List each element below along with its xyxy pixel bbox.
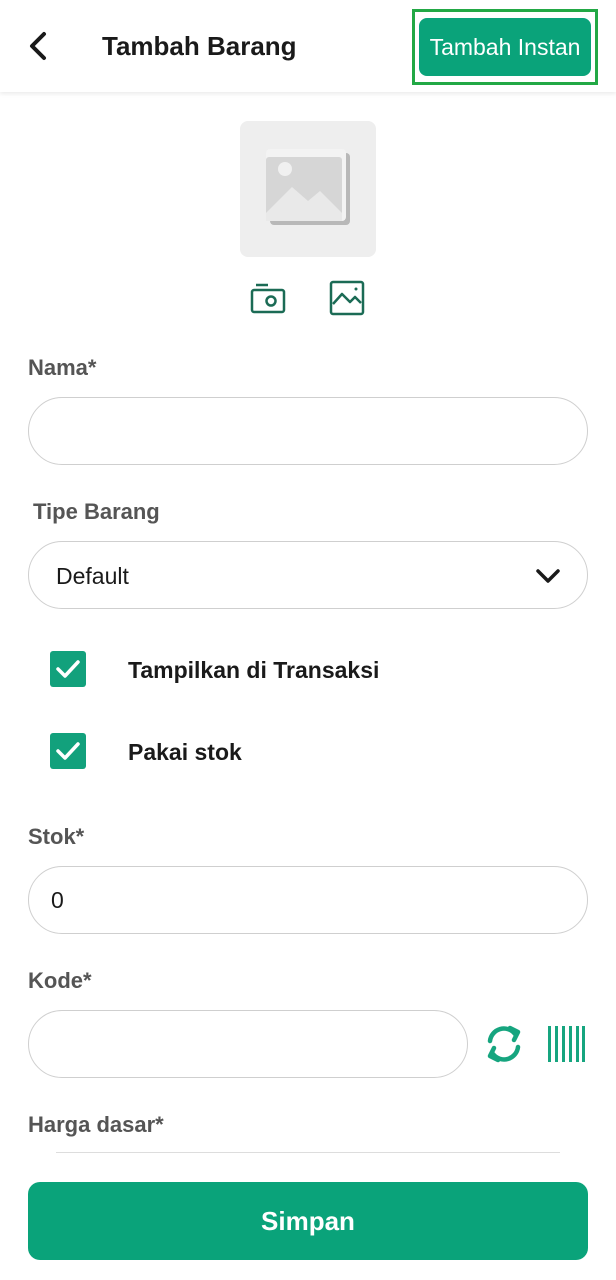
tambah-instan-button[interactable]: Tambah Instan xyxy=(419,18,591,76)
code-input[interactable] xyxy=(28,1010,468,1078)
page-title: Tambah Barang xyxy=(102,31,297,61)
code-label: Kode* xyxy=(28,968,92,993)
show-in-transaction-checkbox[interactable] xyxy=(50,651,86,687)
divider xyxy=(56,1152,560,1153)
image-placeholder-icon xyxy=(266,149,350,225)
type-label: Tipe Barang xyxy=(33,499,160,524)
barcode-icon xyxy=(548,1026,585,1062)
camera-button[interactable] xyxy=(248,278,288,318)
stock-label: Stok* xyxy=(28,824,85,849)
gallery-button[interactable] xyxy=(327,278,367,318)
scan-barcode-button[interactable] xyxy=(546,1024,586,1064)
app-header: Tambah Barang Tambah Instan xyxy=(0,0,616,92)
product-photo-placeholder[interactable] xyxy=(240,121,376,257)
name-input[interactable] xyxy=(28,397,588,465)
camera-icon xyxy=(250,283,286,314)
checkmark-icon xyxy=(56,742,80,760)
name-label: Nama* xyxy=(28,355,97,380)
show-in-transaction-label: Tampilkan di Transaksi xyxy=(128,657,380,683)
instant-button-highlight: Tambah Instan xyxy=(412,9,598,85)
generate-code-button[interactable] xyxy=(484,1022,524,1066)
back-button[interactable] xyxy=(20,26,56,66)
checkmark-icon xyxy=(56,660,80,678)
use-stock-checkbox[interactable] xyxy=(50,733,86,769)
type-select-value: Default xyxy=(56,563,129,589)
gallery-icon xyxy=(329,280,365,316)
stock-input[interactable] xyxy=(28,866,588,934)
refresh-icon xyxy=(487,1025,521,1063)
chevron-down-icon xyxy=(536,569,560,583)
chevron-left-icon xyxy=(30,32,46,60)
type-select[interactable]: Default xyxy=(28,541,588,609)
save-button[interactable]: Simpan xyxy=(28,1182,588,1260)
use-stock-label: Pakai stok xyxy=(128,739,242,765)
base-price-label: Harga dasar* xyxy=(28,1112,164,1137)
